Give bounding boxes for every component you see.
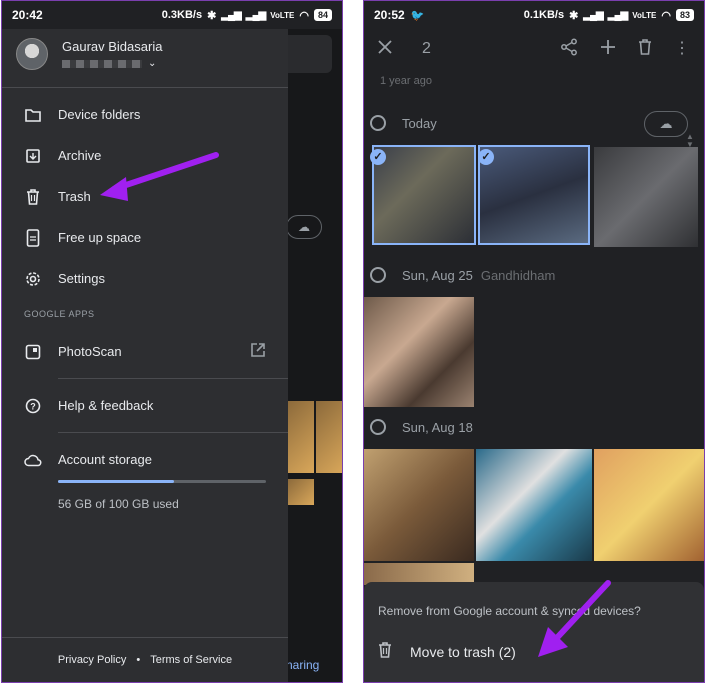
trash-icon [24, 188, 42, 206]
share-icon[interactable] [560, 38, 578, 61]
divider [58, 378, 288, 379]
photo-thumbnail[interactable] [478, 145, 590, 245]
photoscan-icon [24, 343, 42, 361]
menu-item-label: Device folders [58, 107, 141, 122]
date-group-header[interactable]: Sun, Aug 18 [370, 419, 473, 435]
menu-item-free-up-space[interactable]: Free up space [2, 217, 288, 258]
navigation-drawer: Gaurav Bidasaria ⌄ Device folders Archiv… [2, 29, 288, 682]
cloud-icon [24, 451, 42, 469]
divider [2, 637, 288, 638]
cloud-upload-icon[interactable]: ☁ [644, 111, 688, 137]
terms-of-service-link[interactable]: Terms of Service [150, 654, 232, 666]
battery-indicator: 83 [675, 9, 694, 21]
group-timestamp: 1 year ago [380, 75, 432, 87]
menu-item-label: PhotoScan [58, 344, 122, 359]
selection-toolbar: 2 ⋮ [364, 29, 704, 69]
add-icon[interactable] [600, 39, 616, 60]
status-time: 20:52 [374, 8, 405, 22]
date-group-header[interactable]: Sun, Aug 25 Gandhidham [370, 267, 555, 283]
select-circle-icon[interactable] [370, 419, 386, 435]
selected-count: 2 [422, 40, 431, 57]
privacy-policy-link[interactable]: Privacy Policy [58, 654, 126, 666]
volte-icon: VoLTE [270, 10, 295, 20]
left-screenshot: 20:42 0.3KB/s ✱ ▂▄▆ ▂▄▆ VoLTE ◠ 84 ☁ nar… [1, 0, 343, 683]
trash-icon[interactable] [638, 38, 652, 60]
photo-thumbnail[interactable] [476, 449, 592, 561]
background-photo [288, 479, 314, 505]
more-vert-icon[interactable]: ⋮ [674, 41, 690, 57]
wifi-icon: ◠ [661, 9, 671, 22]
menu-item-label: Free up space [58, 230, 142, 245]
signal-icon: ▂▄▆ [583, 9, 603, 21]
menu-item-account-storage[interactable]: Account storage [2, 439, 288, 480]
select-circle-icon[interactable] [370, 267, 386, 283]
folder-icon [24, 106, 42, 124]
group-date: Sun, Aug 18 [402, 419, 473, 435]
select-circle-icon[interactable] [370, 115, 386, 131]
menu-item-help-feedback[interactable]: ? Help & feedback [2, 385, 288, 426]
storage-progress-bar [58, 480, 266, 483]
status-bar: 20:52 🐦 0.1KB/s ✱ ▂▄▆ ▂▄▆ VoLTE ◠ 83 [364, 1, 704, 29]
photo-thumbnail[interactable] [364, 449, 474, 561]
menu-item-label: Help & feedback [58, 398, 154, 413]
group-location: Gandhidham [480, 267, 556, 283]
drawer-footer: Privacy Policy • Terms of Service [2, 654, 288, 666]
menu-item-settings[interactable]: Settings [2, 258, 288, 299]
group-date: Today [402, 115, 437, 131]
photo-thumbnail[interactable] [364, 297, 474, 407]
account-name: Gaurav Bidasaria [62, 39, 163, 54]
background-cloud-icon: ☁ [286, 215, 322, 239]
account-email-blurred [62, 59, 142, 68]
gear-icon [24, 270, 42, 288]
status-bar: 20:42 0.3KB/s ✱ ▂▄▆ ▂▄▆ VoLTE ◠ 84 [2, 1, 342, 29]
storage-progress-fill [58, 480, 175, 483]
move-to-trash-label: Move to trash (2) [410, 643, 516, 660]
storage-used-text: 56 GB of 100 GB used [58, 497, 179, 511]
menu-item-label: Account storage [58, 452, 152, 467]
phone-clean-icon [24, 228, 42, 247]
group-date: Sun, Aug 25 [402, 267, 473, 283]
network-speed: 0.1KB/s [523, 9, 565, 21]
signal-icon-2: ▂▄▆ [245, 9, 266, 21]
bluetooth-icon: ✱ [569, 9, 579, 22]
account-header[interactable]: Gaurav Bidasaria ⌄ [2, 29, 288, 79]
menu-item-label: Settings [58, 271, 105, 286]
move-to-trash-button[interactable]: Move to trash (2) [378, 642, 516, 661]
volte-icon: VoLTE [632, 10, 657, 20]
date-group-header[interactable]: Today [370, 115, 437, 131]
menu-item-device-folders[interactable]: Device folders [2, 94, 288, 135]
menu-item-label: Trash [58, 189, 91, 204]
svg-text:?: ? [30, 401, 36, 411]
signal-icon-2: ▂▄▆ [607, 9, 628, 21]
trash-icon [378, 642, 392, 661]
archive-icon [24, 147, 42, 165]
divider [58, 432, 288, 433]
open-external-icon[interactable] [250, 342, 266, 361]
menu-item-photoscan[interactable]: PhotoScan [2, 331, 288, 372]
background-sharing-tab: naring [286, 658, 320, 672]
wifi-icon: ◠ [299, 9, 309, 22]
footer-separator: • [136, 654, 141, 666]
chevron-down-icon[interactable]: ⌄ [148, 58, 156, 69]
background-photo [288, 401, 314, 473]
checkmark-icon: ✓ [370, 149, 386, 165]
battery-indicator: 84 [313, 9, 332, 21]
twitter-icon: 🐦 [410, 9, 425, 22]
photo-thumbnail[interactable] [594, 449, 704, 561]
close-icon[interactable] [378, 39, 392, 59]
bluetooth-icon: ✱ [207, 9, 217, 22]
photo-thumbnail[interactable] [372, 145, 476, 245]
section-label-google-apps: GOOGLE APPS [24, 309, 95, 319]
right-screenshot: 20:52 🐦 0.1KB/s ✱ ▂▄▆ ▂▄▆ VoLTE ◠ 83 2 ⋮… [363, 0, 705, 683]
photo-thumbnail[interactable] [594, 147, 698, 247]
status-time: 20:42 [12, 8, 43, 22]
network-speed: 0.3KB/s [161, 9, 203, 21]
help-icon: ? [24, 397, 42, 415]
background-photo [316, 401, 342, 473]
annotation-arrow [100, 152, 219, 201]
signal-icon: ▂▄▆ [221, 9, 241, 21]
checkmark-icon: ✓ [478, 149, 494, 165]
avatar [16, 38, 48, 70]
annotation-arrow [538, 580, 611, 657]
